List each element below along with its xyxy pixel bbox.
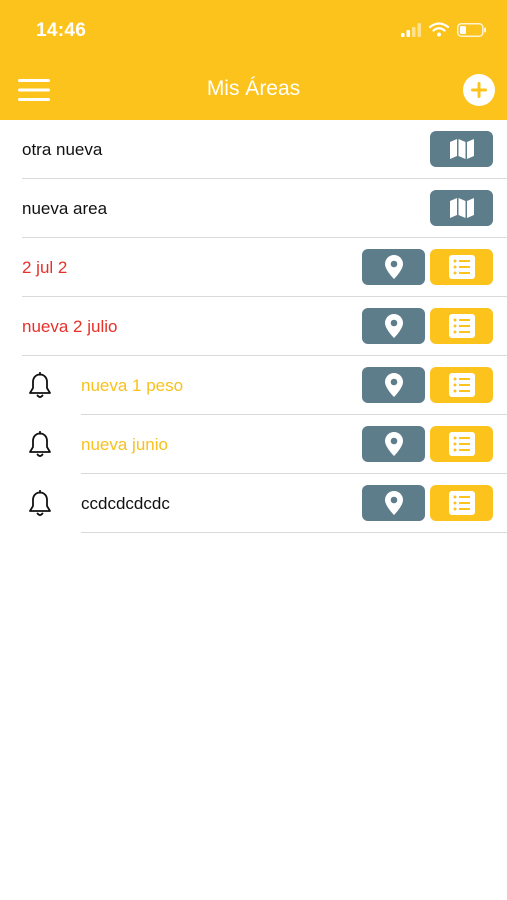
map-icon [449, 139, 474, 159]
area-name: nueva junio [81, 435, 168, 454]
page-title: Mis Áreas [206, 77, 301, 100]
map-button[interactable] [430, 131, 493, 167]
area-name: nueva 1 peso [81, 376, 184, 395]
location-button[interactable] [362, 485, 425, 521]
signal-icon [401, 22, 421, 37]
area-name: nueva area [22, 199, 108, 218]
area-row[interactable]: 2 jul 2 [0, 238, 507, 297]
bell-icon [29, 430, 51, 457]
area-name: otra nueva [22, 140, 103, 159]
area-name: ccdcdcdcdc [81, 494, 170, 513]
location-pin-icon [384, 373, 403, 397]
list-icon [448, 491, 475, 515]
map-button[interactable] [430, 190, 493, 226]
location-pin-icon [384, 255, 403, 279]
area-name: 2 jul 2 [22, 258, 68, 277]
location-pin-icon [384, 314, 403, 338]
app-header: 14:46 Mis Áreas [0, 0, 507, 120]
list-button[interactable] [430, 308, 493, 344]
location-button[interactable] [362, 249, 425, 285]
map-icon [449, 198, 474, 218]
wifi-icon [429, 22, 449, 37]
bell-icon [29, 371, 51, 398]
notification-bell-button[interactable] [27, 371, 53, 400]
notification-bell-button[interactable] [27, 430, 53, 459]
list-button[interactable] [430, 485, 493, 521]
area-row[interactable]: nueva area [0, 179, 507, 238]
location-button[interactable] [362, 367, 425, 403]
battery-icon [457, 22, 486, 37]
area-row[interactable]: nueva 2 julio [0, 297, 507, 356]
add-area-button[interactable] [463, 74, 495, 106]
list-button[interactable] [430, 249, 493, 285]
area-name: nueva 2 julio [22, 317, 118, 336]
list-button[interactable] [430, 367, 493, 403]
areas-list: otra nueva nueva area 2 jul 2 nueva 2 julio… [0, 120, 507, 533]
list-icon [448, 255, 475, 279]
list-button[interactable] [430, 426, 493, 462]
area-row[interactable]: nueva 1 peso [0, 356, 507, 415]
row-divider [81, 532, 507, 533]
area-row[interactable]: nueva junio [0, 415, 507, 474]
plus-circle-icon [463, 74, 495, 106]
location-pin-icon [384, 432, 403, 456]
location-button[interactable] [362, 308, 425, 344]
list-icon [448, 314, 475, 338]
list-icon [448, 373, 475, 397]
notification-bell-button[interactable] [27, 489, 53, 518]
location-button[interactable] [362, 426, 425, 462]
list-icon [448, 432, 475, 456]
area-row[interactable]: ccdcdcdcdc [0, 474, 507, 533]
status-time: 14:46 [36, 20, 87, 41]
status-icons [401, 22, 487, 37]
location-pin-icon [384, 491, 403, 515]
area-row[interactable]: otra nueva [0, 120, 507, 179]
bell-icon [29, 489, 51, 516]
